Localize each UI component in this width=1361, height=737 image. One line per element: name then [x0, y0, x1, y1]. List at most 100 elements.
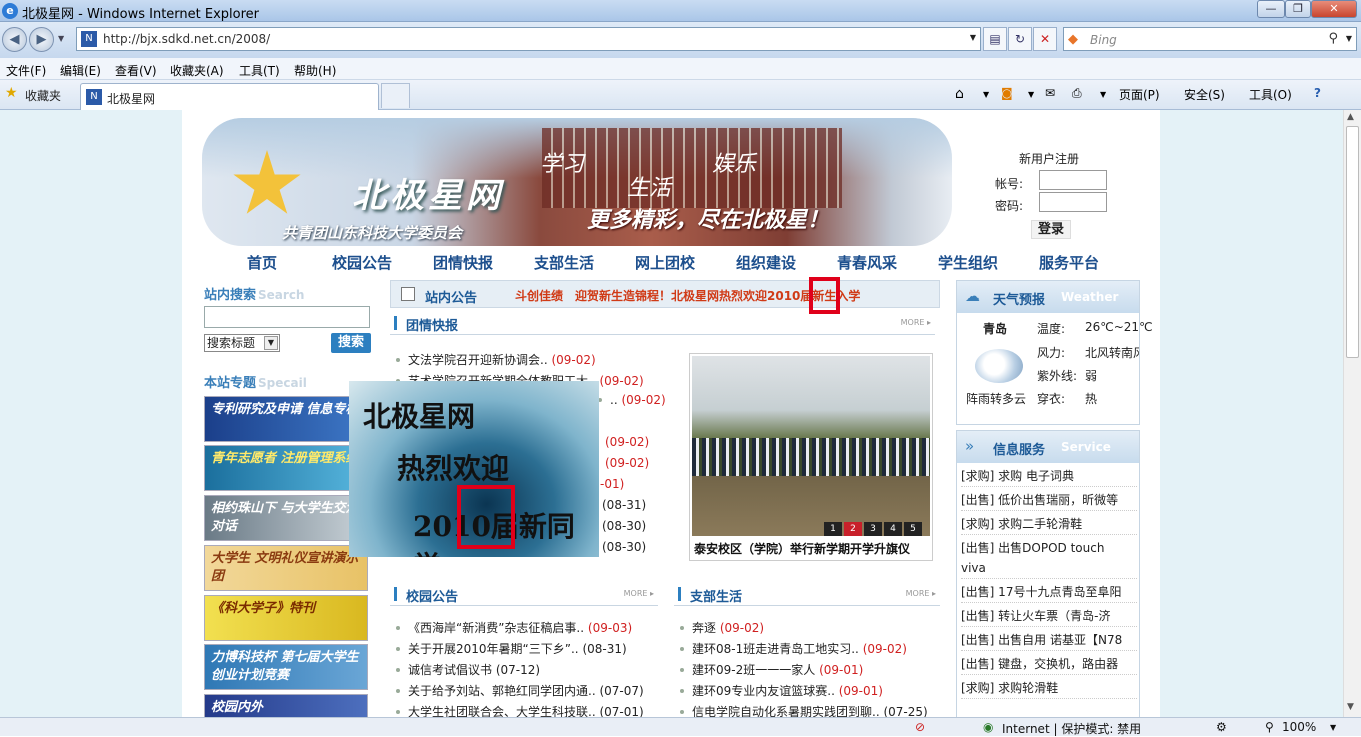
menu-help[interactable]: 帮助(H) — [294, 62, 336, 79]
service-item[interactable]: [求购] 求购二手轮滑鞋 — [961, 515, 1137, 535]
nav-online-school[interactable]: 网上团校 — [635, 252, 695, 273]
list-item[interactable]: 大学生社团联合会、大学生科技联.. (07-01) — [390, 703, 644, 717]
menu-edit[interactable]: 编辑(E) — [60, 62, 101, 79]
vertical-scrollbar[interactable]: ▲ ▼ — [1343, 110, 1361, 717]
special-banner-etiquette[interactable]: 大学生 文明礼仪宣讲演示团 — [204, 545, 368, 591]
search-scope-select[interactable]: 搜索标题 ▼ — [204, 334, 280, 352]
stop-icon[interactable]: ✕ — [1033, 27, 1057, 51]
service-item[interactable]: [出售] 17号十九点青岛至阜阳 — [961, 583, 1137, 603]
special-banner-dialog[interactable]: 相约珠山下 与大学生交流对话 — [204, 495, 368, 541]
nav-league-news[interactable]: 团情快报 — [433, 252, 493, 273]
slide-page-1[interactable]: 1 — [824, 522, 842, 536]
service-item[interactable]: [出售] 转让火车票（青岛-济 — [961, 607, 1137, 627]
print-dropdown-icon[interactable]: ▼ — [1100, 90, 1106, 99]
list-item[interactable]: 文法学院召开迎新协调会.. (09-02) — [390, 351, 596, 368]
service-item[interactable]: [出售] 出售自用 诺基亚【N78 — [961, 631, 1137, 651]
forward-button[interactable]: ▶ — [29, 27, 54, 52]
photo-slider[interactable]: 1 2 3 4 5 泰安校区（学院）举行新学期开学升旗仪 — [689, 353, 933, 561]
campus-notice-more[interactable]: MORE ▸ — [624, 589, 654, 598]
history-dropdown-icon[interactable]: ▼ — [58, 34, 64, 43]
nav-branch-life[interactable]: 支部生活 — [534, 252, 594, 273]
tools-menu[interactable]: 工具(O) — [1249, 86, 1292, 103]
list-item[interactable]: 建环08-1班走进青岛工地实习.. (09-02) — [674, 640, 907, 657]
league-news-more[interactable]: MORE ▸ — [901, 318, 931, 327]
maximize-button[interactable]: ❐ — [1285, 0, 1311, 18]
favorites-button[interactable]: 收藏夹 — [25, 87, 61, 104]
address-dropdown-icon[interactable]: ▼ — [970, 33, 976, 42]
refresh-icon[interactable]: ↻ — [1008, 27, 1032, 51]
home-dropdown-icon[interactable]: ▼ — [983, 90, 989, 99]
service-item[interactable]: [出售] 出售DOPOD touch — [961, 539, 1137, 558]
popup-blocked-icon[interactable]: ⊘ — [915, 720, 925, 734]
service-item[interactable]: [求购] 求购 电子词典 — [961, 467, 1137, 487]
special-banner-patent[interactable]: 专利研究及申请 信息专栏 — [204, 396, 368, 442]
print-icon[interactable]: ⎙ — [1072, 86, 1082, 101]
nav-youth[interactable]: 青春风采 — [837, 252, 897, 273]
help-icon[interactable]: ? — [1314, 86, 1321, 100]
nav-services[interactable]: 服务平台 — [1039, 252, 1099, 273]
new-tab-button[interactable] — [381, 83, 410, 108]
list-item[interactable]: 建环09专业内友谊篮球赛.. (09-01) — [674, 682, 883, 699]
home-icon[interactable]: ⌂ — [955, 86, 964, 102]
privacy-icon[interactable]: ⚙ — [1216, 720, 1227, 734]
minimize-button[interactable]: — — [1257, 0, 1285, 18]
zoom-level[interactable]: 100% — [1282, 720, 1316, 734]
slide-page-3[interactable]: 3 — [864, 522, 882, 536]
list-item[interactable]: 信电学院自动化系暑期实践团到聊.. (07-25) — [674, 703, 928, 717]
list-item[interactable]: 关于给予刘站、郭艳红同学团内通.. (07-07) — [390, 682, 644, 699]
password-input[interactable] — [1039, 192, 1107, 212]
zoom-dropdown-icon[interactable]: ▼ — [1330, 723, 1336, 732]
account-input[interactable] — [1039, 170, 1107, 190]
security-zone[interactable]: Internet | 保护模式: 禁用 — [1002, 720, 1141, 737]
service-item-cont[interactable]: viva — [961, 559, 1137, 579]
nav-student-orgs[interactable]: 学生组织 — [938, 252, 998, 273]
service-item[interactable]: [求购] 求购轮滑鞋 — [961, 679, 1137, 699]
menu-file[interactable]: 文件(F) — [6, 62, 46, 79]
service-item[interactable]: [出售] 键盘，交换机，路由器 — [961, 655, 1137, 675]
scroll-down-icon[interactable]: ▼ — [1347, 702, 1354, 712]
rss-icon[interactable]: ◙ — [1001, 86, 1013, 100]
menu-view[interactable]: 查看(V) — [115, 62, 157, 79]
photo-caption[interactable]: 泰安校区（学院）举行新学期开学升旗仪 — [694, 540, 910, 557]
special-banner-libo-cup[interactable]: 力博科技杯 第七届大学生创业计划竞赛 — [204, 644, 368, 690]
list-item[interactable]: .. (09-02) — [592, 393, 666, 407]
safety-menu[interactable]: 安全(S) — [1184, 86, 1225, 103]
scroll-thumb[interactable] — [1346, 126, 1359, 358]
favorites-star-icon[interactable]: ★ — [5, 85, 18, 101]
scroll-up-icon[interactable]: ▲ — [1347, 112, 1354, 122]
rss-dropdown-icon[interactable]: ▼ — [1028, 90, 1034, 99]
search-dropdown-icon[interactable]: ▼ — [1346, 34, 1352, 43]
close-button[interactable]: ✕ — [1311, 0, 1357, 18]
site-search-input[interactable] — [204, 306, 370, 328]
site-search-button[interactable]: 搜索 — [331, 333, 371, 353]
special-banner-volunteer[interactable]: 青年志愿者 注册管理系统 — [204, 445, 368, 491]
address-bar[interactable]: N http://bjx.sdkd.net.cn/2008/ ▼ — [76, 27, 981, 51]
nav-campus-notice[interactable]: 校园公告 — [332, 252, 392, 273]
slide-page-4[interactable]: 4 — [884, 522, 902, 536]
special-banner-campus[interactable]: 校园内外 — [204, 694, 368, 717]
menu-tools[interactable]: 工具(T) — [239, 62, 280, 79]
slide-page-2[interactable]: 2 — [844, 522, 862, 536]
welcome-popup-image[interactable]: 北极星网 热烈欢迎 2010届新同学 — [349, 381, 599, 557]
login-button[interactable]: 登录 — [1031, 220, 1071, 239]
mail-icon[interactable]: ✉ — [1045, 86, 1055, 100]
menu-favorites[interactable]: 收藏夹(A) — [170, 62, 224, 79]
slide-page-5[interactable]: 5 — [904, 522, 922, 536]
page-menu[interactable]: 页面(P) — [1119, 86, 1160, 103]
search-icon[interactable]: ⚲ — [1328, 31, 1338, 46]
nav-home[interactable]: 首页 — [247, 252, 277, 273]
tab-current[interactable]: N 北极星网 — [80, 83, 379, 110]
compat-view-icon[interactable]: ▤ — [983, 27, 1007, 51]
search-box[interactable]: ◆ Bing ⚲ ▼ — [1063, 27, 1357, 51]
special-banner-journal[interactable]: 《科大学子》特刊 — [204, 595, 368, 641]
branch-life-more[interactable]: MORE ▸ — [906, 589, 936, 598]
register-link[interactable]: 新用户注册 — [1019, 150, 1079, 167]
service-item[interactable]: [出售] 低价出售瑞丽，昕微等 — [961, 491, 1137, 511]
nav-organization[interactable]: 组织建设 — [736, 252, 796, 273]
list-item[interactable]: 关于开展2010年暑期“三下乡”.. (08-31) — [390, 640, 627, 657]
list-item[interactable]: 建环09-2班一一一家人 (09-01) — [674, 661, 863, 678]
list-item[interactable]: 《西海岸“新消费”杂志征稿启事.. (09-03) — [390, 619, 632, 636]
list-item[interactable]: 诚信考试倡议书 (07-12) — [390, 661, 540, 678]
back-button[interactable]: ◀ — [2, 27, 27, 52]
list-item[interactable]: 奔逐 (09-02) — [674, 619, 764, 636]
